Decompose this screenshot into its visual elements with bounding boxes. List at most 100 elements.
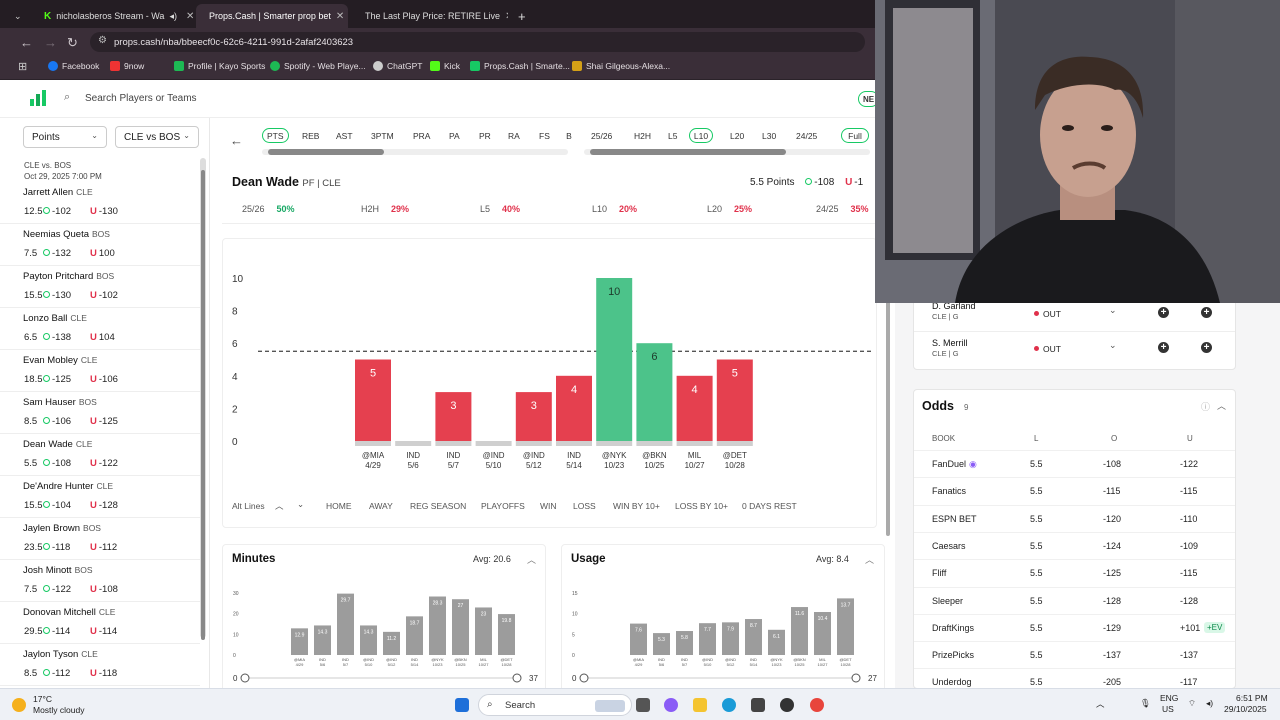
stat-tab[interactable]: PA bbox=[445, 128, 464, 143]
windows-start-icon[interactable] bbox=[455, 698, 469, 712]
odds-row[interactable]: DraftKings 5.5 -129 +101 +EV bbox=[914, 613, 1235, 641]
filter-chip[interactable]: AWAY bbox=[369, 501, 393, 511]
bookmark-kick[interactable]: Kick bbox=[430, 61, 460, 71]
chevron-up-icon[interactable]: ︿ bbox=[1217, 399, 1226, 412]
player-row[interactable]: Jaylen Brown BOS 23.5 -118 U -112 bbox=[0, 518, 200, 560]
stat-select[interactable]: Points ⌄ bbox=[23, 126, 107, 148]
tab-list-button[interactable]: ⌄ bbox=[14, 4, 28, 28]
odds-row[interactable]: Fliff 5.5 -125 -115 bbox=[914, 559, 1235, 586]
bookmark-kayo[interactable]: Profile | Kayo Sports bbox=[174, 61, 265, 71]
filter-chip[interactable]: HOME bbox=[326, 501, 352, 511]
search-input[interactable]: Search Players or Teams bbox=[85, 93, 197, 104]
filter-chip[interactable]: WIN bbox=[540, 501, 557, 511]
hit-rate[interactable]: L5 40% bbox=[480, 204, 520, 214]
player-row[interactable]: Payton Pritchard BOS 15.5 -130 U -102 bbox=[0, 266, 200, 308]
stat-tab[interactable]: REB bbox=[298, 128, 323, 143]
stat-tab[interactable]: RA bbox=[504, 128, 524, 143]
hit-rate[interactable]: L10 20% bbox=[592, 204, 637, 214]
main-scrollbar[interactable] bbox=[886, 300, 890, 536]
player-row[interactable]: Evan Mobley CLE 18.5 -125 U -106 bbox=[0, 350, 200, 392]
bookmark-propscash[interactable]: Props.Cash | Smarte... bbox=[470, 61, 570, 71]
chevron-down-icon[interactable]: ⌄ bbox=[1109, 305, 1117, 316]
add-icon[interactable]: + bbox=[1201, 307, 1212, 318]
player-row[interactable]: Josh Minott BOS 7.5 -122 U -108 bbox=[0, 560, 200, 602]
add-icon[interactable]: + bbox=[1158, 342, 1169, 353]
range-tabs-scrollbar[interactable] bbox=[584, 149, 870, 155]
apps-grid-icon[interactable]: ⊞ bbox=[18, 60, 27, 73]
chevron-down-icon[interactable]: ⌄ bbox=[1109, 340, 1117, 351]
player-row[interactable]: Lonzo Ball CLE 6.5 -138 U 104 bbox=[0, 308, 200, 350]
stat-tab[interactable]: B bbox=[565, 128, 573, 143]
browser-tab[interactable]: K nicholasberos Stream - Wa ◂) ✕ bbox=[36, 4, 194, 28]
hit-rate[interactable]: 25/26 50% bbox=[242, 204, 295, 214]
range-tab[interactable]: H2H bbox=[630, 128, 655, 143]
odds-row[interactable]: Caesars 5.5 -124 -109 bbox=[914, 531, 1235, 559]
stat-tabs-scrollbar[interactable] bbox=[262, 149, 568, 155]
odds-row[interactable]: Fanatics 5.5 -115 -115 bbox=[914, 477, 1235, 504]
left-scrollbar-thumb[interactable] bbox=[201, 170, 205, 640]
wifi-icon[interactable]: ⌔ bbox=[1188, 698, 1196, 709]
browser-tab-active[interactable]: Props.Cash | Smarter prop bet ✕ bbox=[196, 4, 348, 28]
stat-tab[interactable]: AST bbox=[332, 128, 357, 143]
player-row[interactable]: Sam Hauser BOS 8.5 -106 U -125 bbox=[0, 392, 200, 434]
weather-desc[interactable]: Mostly cloudy bbox=[33, 705, 85, 715]
range-tab[interactable]: L5 bbox=[664, 128, 681, 143]
bookmark-9now[interactable]: 9now bbox=[110, 61, 144, 71]
close-tab-icon[interactable]: ✕ bbox=[186, 11, 194, 22]
bookmark-sga[interactable]: Shai Gilgeous-Alexa... bbox=[572, 61, 670, 71]
range-tab[interactable]: Full bbox=[841, 128, 869, 143]
range-tab[interactable]: L20 bbox=[726, 128, 748, 143]
hit-rate[interactable]: H2H 29% bbox=[361, 204, 409, 214]
range-slider-handle[interactable] bbox=[512, 673, 522, 683]
bookmark-facebook[interactable]: Facebook bbox=[48, 61, 99, 71]
site-info-icon[interactable]: ⚙ bbox=[98, 35, 107, 46]
speaker-icon[interactable]: ◂) bbox=[169, 11, 177, 22]
player-row[interactable]: Donovan Mitchell CLE 29.5 -114 U -114 bbox=[0, 602, 200, 644]
copilot-icon[interactable] bbox=[664, 698, 678, 712]
edge-icon[interactable] bbox=[722, 698, 736, 712]
file-explorer-icon[interactable] bbox=[693, 698, 707, 712]
range-slider-handle[interactable] bbox=[851, 673, 861, 683]
stat-tab[interactable]: PTS bbox=[262, 128, 289, 143]
obs-icon[interactable] bbox=[780, 698, 794, 712]
back-arrow-icon[interactable]: ← bbox=[20, 35, 33, 50]
browser-tab[interactable]: The Last Play Price: RETIRE Live ✕ bbox=[352, 4, 508, 28]
game-select[interactable]: CLE vs BOS ⌄ bbox=[115, 126, 199, 148]
filter-chip[interactable]: Alt Lines bbox=[232, 501, 265, 511]
propscash-logo-icon[interactable] bbox=[30, 90, 46, 106]
player-row[interactable]: Neemias Queta BOS 7.5 -132 U 100 bbox=[0, 224, 200, 266]
player-row[interactable]: Jarrett Allen CLE 12.5 -102 U -130 bbox=[0, 182, 200, 224]
filter-chip[interactable]: WIN BY 10+ bbox=[613, 501, 660, 511]
range-slider-handle[interactable] bbox=[579, 673, 589, 683]
back-arrow-icon[interactable]: ← bbox=[230, 133, 243, 148]
language-indicator[interactable]: ENG bbox=[1160, 693, 1178, 703]
address-bar[interactable]: ⚙ props.cash/nba/bbeecf0c-62c6-4211-991d… bbox=[90, 32, 865, 52]
region-indicator[interactable]: US bbox=[1162, 704, 1174, 714]
mic-icon[interactable]: 🎙 bbox=[1140, 698, 1151, 709]
add-icon[interactable]: + bbox=[1158, 307, 1169, 318]
new-tab-icon[interactable]: + bbox=[510, 4, 532, 28]
volume-icon[interactable]: ◂) bbox=[1206, 698, 1213, 709]
show-hidden-icons-icon[interactable]: ︿ bbox=[1096, 698, 1105, 710]
range-tab[interactable]: 24/25 bbox=[792, 128, 821, 143]
player-row[interactable]: De'Andre Hunter CLE 15.5 -104 U -128 bbox=[0, 476, 200, 518]
taskbar-search[interactable]: ⌕ Search bbox=[478, 694, 632, 716]
chrome-icon[interactable] bbox=[810, 698, 824, 712]
range-tab[interactable]: L30 bbox=[758, 128, 780, 143]
stat-tab[interactable]: FS bbox=[535, 128, 554, 143]
player-row[interactable]: Jaylon Tyson CLE 8.5 -112 U -118 bbox=[0, 644, 200, 686]
add-icon[interactable]: + bbox=[1201, 342, 1212, 353]
player-row[interactable]: Dean Wade CLE 5.5 -108 U -122 bbox=[0, 434, 200, 476]
filter-chip[interactable]: PLAYOFFS bbox=[481, 501, 525, 511]
forward-arrow-icon[interactable]: → bbox=[44, 35, 57, 50]
range-tab[interactable]: L10 bbox=[689, 128, 713, 143]
bookmark-chatgpt[interactable]: ChatGPT bbox=[373, 61, 422, 71]
range-slider-handle[interactable] bbox=[240, 673, 250, 683]
odds-row[interactable]: ESPN BET 5.5 -120 -110 bbox=[914, 504, 1235, 532]
chevron-down-icon[interactable]: ⌄ bbox=[297, 499, 304, 510]
stat-tab[interactable]: 3PTM bbox=[367, 128, 398, 143]
clock-time[interactable]: 6:51 PM bbox=[1236, 693, 1268, 703]
bar[interactable] bbox=[596, 278, 633, 441]
close-tab-icon[interactable]: ✕ bbox=[336, 11, 344, 22]
weather-icon[interactable] bbox=[12, 698, 26, 712]
